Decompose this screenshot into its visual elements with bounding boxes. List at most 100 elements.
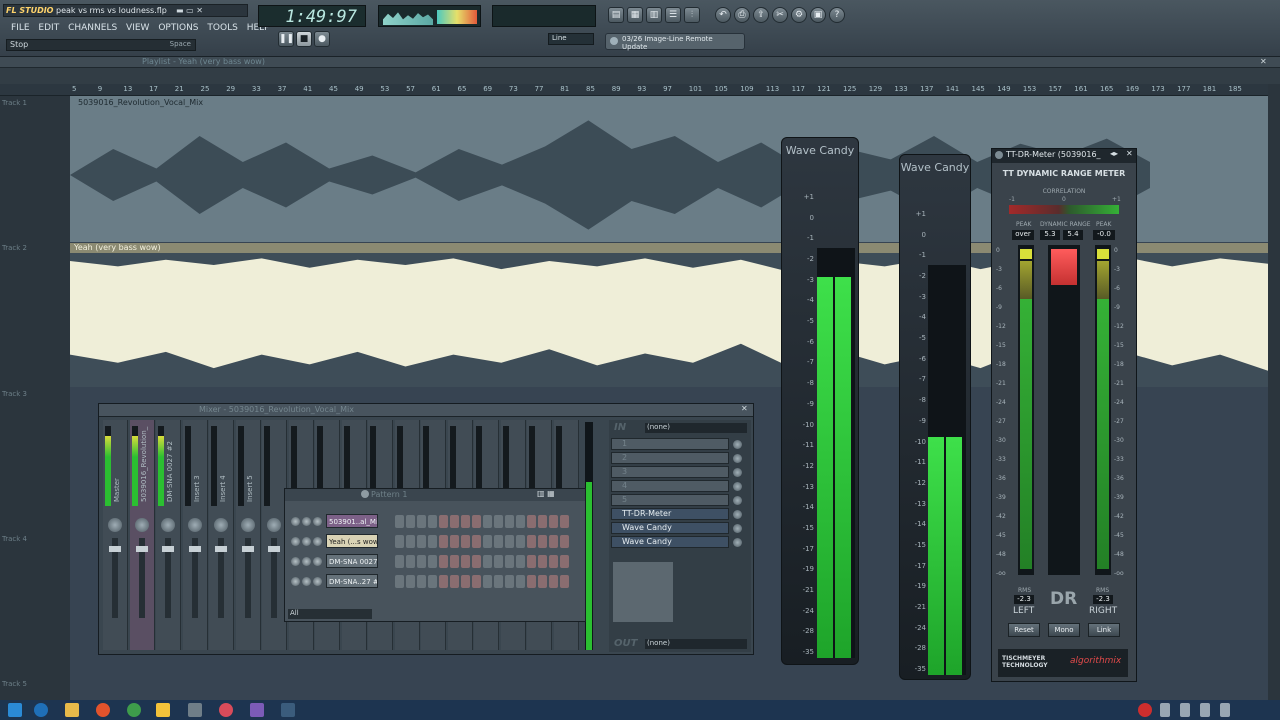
app2-icon[interactable] bbox=[250, 703, 264, 717]
step-button[interactable] bbox=[406, 535, 415, 548]
tray-record-icon[interactable] bbox=[1138, 703, 1152, 717]
step-button[interactable] bbox=[549, 555, 558, 568]
step-button[interactable] bbox=[516, 515, 525, 528]
step-button[interactable] bbox=[395, 515, 404, 528]
pattern-menu-icon[interactable] bbox=[361, 490, 369, 498]
step-button[interactable] bbox=[505, 575, 514, 588]
fx-mix-knob[interactable] bbox=[733, 482, 742, 491]
step-button[interactable] bbox=[494, 555, 503, 568]
step-button[interactable] bbox=[417, 555, 426, 568]
step-button[interactable] bbox=[527, 515, 536, 528]
tray-icon-4[interactable] bbox=[1220, 703, 1230, 717]
channel-knob[interactable] bbox=[313, 537, 322, 546]
volume-fader-cap[interactable] bbox=[109, 546, 121, 552]
step-sequencer-window[interactable]: Pattern 1 ▥ ▦ 503901..al_Mix Yeah (...s w… bbox=[284, 488, 586, 622]
pan-knob[interactable] bbox=[108, 518, 122, 532]
step-button[interactable] bbox=[549, 575, 558, 588]
step-button[interactable] bbox=[450, 555, 459, 568]
volume-fader-cap[interactable] bbox=[135, 546, 148, 552]
firefox-icon[interactable] bbox=[96, 703, 110, 717]
step-button[interactable] bbox=[406, 555, 415, 568]
menu-channels[interactable]: CHANNELS bbox=[65, 23, 120, 33]
pan-knob[interactable] bbox=[134, 518, 149, 532]
step-button[interactable] bbox=[560, 535, 569, 548]
channel-knob[interactable] bbox=[313, 577, 322, 586]
fx-slot-plugin[interactable]: TT-DR-Meter bbox=[611, 508, 729, 520]
explorer-icon[interactable] bbox=[65, 703, 79, 717]
step-button[interactable] bbox=[549, 515, 558, 528]
mixer-out-select[interactable]: (none) bbox=[645, 639, 747, 649]
fx-mix-knob[interactable] bbox=[733, 538, 742, 547]
export-icon[interactable]: ⇪ bbox=[753, 7, 769, 23]
step-button[interactable] bbox=[428, 555, 437, 568]
step-button[interactable] bbox=[450, 575, 459, 588]
mixer-icon[interactable]: ⫶ bbox=[684, 7, 700, 23]
track-5-label[interactable]: Track 5 bbox=[0, 680, 70, 688]
mixer-strip[interactable]: Insert 4 bbox=[209, 420, 234, 650]
fl-studio-taskbar-icon[interactable] bbox=[156, 703, 170, 717]
pan-knob[interactable] bbox=[267, 518, 281, 532]
mixer-close-icon[interactable]: ✕ bbox=[741, 404, 748, 413]
step-button[interactable] bbox=[461, 555, 470, 568]
step-button[interactable] bbox=[494, 575, 503, 588]
step-button[interactable] bbox=[395, 555, 404, 568]
piano-roll-icon[interactable]: ▥ bbox=[646, 7, 662, 23]
step-button[interactable] bbox=[472, 575, 481, 588]
step-button[interactable] bbox=[538, 535, 547, 548]
track-3-label[interactable]: Track 3 bbox=[0, 390, 70, 398]
step-button[interactable] bbox=[395, 535, 404, 548]
step-button[interactable] bbox=[516, 555, 525, 568]
step-button[interactable] bbox=[483, 575, 492, 588]
pan-knob[interactable] bbox=[187, 518, 202, 532]
time-display[interactable]: 1:49:97 bbox=[258, 5, 366, 27]
step-button[interactable] bbox=[527, 555, 536, 568]
mixer-in-select[interactable]: (none) bbox=[645, 423, 747, 433]
step-button[interactable] bbox=[428, 535, 437, 548]
app-icon[interactable] bbox=[188, 703, 202, 717]
tt-arrows-icon[interactable]: ◂▸ bbox=[1110, 149, 1118, 158]
cpu-icon[interactable]: ▣ bbox=[810, 7, 826, 23]
tt-title-bar[interactable]: TT-DR-Meter (5039016_ ◂▸ ✕ bbox=[992, 149, 1136, 163]
tray-icon-1[interactable] bbox=[1160, 703, 1170, 717]
step-sequencer-icon[interactable]: ▦ bbox=[627, 7, 643, 23]
step-button[interactable] bbox=[406, 575, 415, 588]
step-button[interactable] bbox=[527, 535, 536, 548]
step-button[interactable] bbox=[538, 555, 547, 568]
channel-button[interactable]: Yeah (...s wow) bbox=[326, 534, 378, 548]
step-button[interactable] bbox=[483, 515, 492, 528]
volume-fader-cap[interactable] bbox=[241, 546, 254, 552]
step-button[interactable] bbox=[439, 515, 448, 528]
step-button[interactable] bbox=[516, 535, 525, 548]
tt-close-icon[interactable]: ✕ bbox=[1126, 149, 1133, 158]
track-2-label[interactable]: Track 2 bbox=[0, 244, 70, 252]
step-button[interactable] bbox=[483, 535, 492, 548]
channel-knob[interactable] bbox=[313, 557, 322, 566]
track-1-label[interactable]: Track 1 bbox=[0, 99, 70, 107]
channel-button[interactable]: 503901..al_Mix bbox=[326, 514, 378, 528]
volume-fader-cap[interactable] bbox=[162, 546, 174, 552]
step-button[interactable] bbox=[560, 515, 569, 528]
step-button[interactable] bbox=[472, 535, 481, 548]
fx-mix-knob[interactable] bbox=[733, 496, 742, 505]
step-button[interactable] bbox=[505, 515, 514, 528]
tt-mono-button[interactable]: Mono bbox=[1048, 623, 1080, 637]
mixer-strip[interactable]: 5039016_Revolution_ bbox=[129, 420, 155, 650]
step-button[interactable] bbox=[505, 535, 514, 548]
step-button[interactable] bbox=[505, 555, 514, 568]
pan-knob[interactable] bbox=[240, 518, 255, 532]
window-controls-icon[interactable]: ▬ ▭ ✕ bbox=[176, 6, 203, 15]
fx-mix-knob[interactable] bbox=[733, 524, 742, 533]
play-pause-button[interactable]: ❚❚ bbox=[278, 31, 294, 47]
save-icon[interactable]: ⎙ bbox=[734, 7, 750, 23]
tt-link-button[interactable]: Link bbox=[1088, 623, 1120, 637]
step-button[interactable] bbox=[450, 515, 459, 528]
mixer-strip[interactable]: Master bbox=[103, 420, 128, 650]
step-button[interactable] bbox=[417, 575, 426, 588]
fx-mix-knob[interactable] bbox=[733, 510, 742, 519]
channel-knob[interactable] bbox=[313, 517, 322, 526]
step-button[interactable] bbox=[560, 575, 569, 588]
track-4-label[interactable]: Track 4 bbox=[0, 535, 70, 543]
step-button[interactable] bbox=[450, 535, 459, 548]
step-button[interactable] bbox=[538, 575, 547, 588]
step-button[interactable] bbox=[461, 515, 470, 528]
